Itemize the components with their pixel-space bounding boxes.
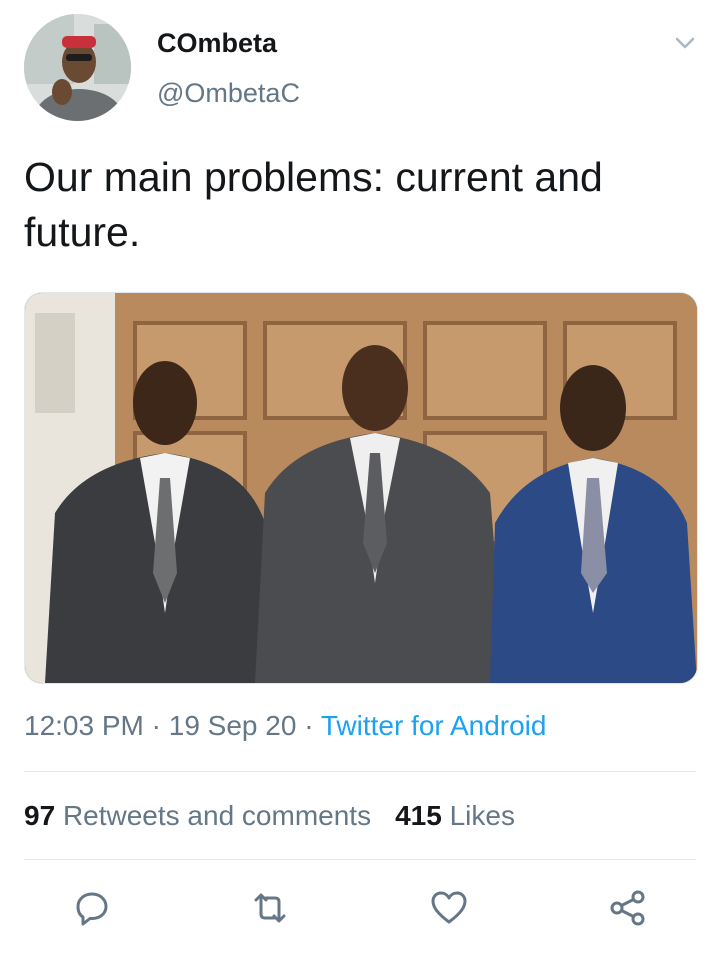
- retweets-label: Retweets and comments: [62, 800, 372, 831]
- tweet-time: 12:03 PM: [24, 710, 144, 741]
- tweet-text: Our main problems: current and future.: [24, 154, 603, 255]
- tweet-stats: 97 Retweets and comments 415 Likes: [24, 800, 515, 832]
- user-handle[interactable]: @OmbetaC: [157, 78, 300, 109]
- retweets-count: 97: [24, 800, 56, 831]
- comment-icon[interactable]: [72, 888, 112, 928]
- likes-count: 415: [395, 800, 442, 831]
- heart-icon[interactable]: [429, 888, 469, 928]
- divider: [24, 771, 696, 772]
- tweet-meta: 12:03 PM · 19 Sep 20 · Twitter for Andro…: [24, 710, 546, 742]
- retweet-icon[interactable]: [250, 888, 290, 928]
- display-name[interactable]: COmbeta: [157, 28, 277, 59]
- tweet-source-link[interactable]: Twitter for Android: [321, 710, 547, 741]
- divider: [24, 859, 696, 860]
- meta-separator: ·: [143, 710, 169, 741]
- share-icon[interactable]: [608, 888, 648, 928]
- likes-stat[interactable]: 415 Likes: [395, 800, 515, 831]
- retweets-stat[interactable]: 97 Retweets and comments: [24, 800, 371, 831]
- tweet-date: 19 Sep 20: [168, 710, 297, 741]
- avatar[interactable]: [24, 14, 131, 121]
- chevron-down-icon[interactable]: [672, 30, 698, 56]
- tweet-photo[interactable]: [24, 292, 698, 684]
- photo-image: [25, 293, 697, 683]
- avatar-image: [24, 14, 131, 121]
- likes-label: Likes: [449, 800, 515, 831]
- meta-separator: ·: [296, 710, 321, 741]
